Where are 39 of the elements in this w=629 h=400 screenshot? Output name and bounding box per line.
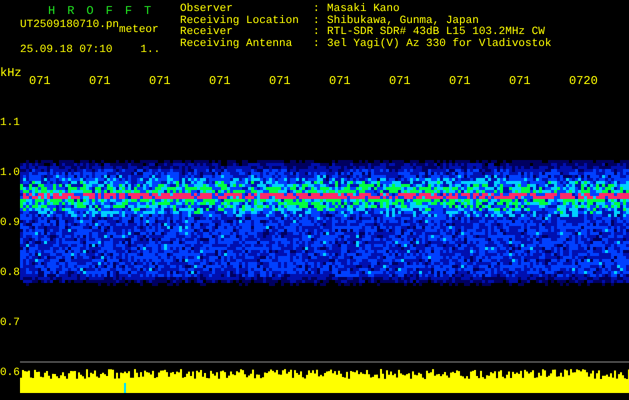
time-tick-label: 0720 (569, 74, 599, 88)
time-tick-label: 071 (449, 74, 472, 88)
mode-label: meteor (119, 25, 159, 36)
separator: : (313, 16, 321, 27)
counter: 1.. (140, 44, 160, 56)
field-label: Receiving Location (180, 16, 300, 26)
frequency-tick-label: 0.8 (0, 267, 20, 279)
time-tick-label: 071 (329, 74, 352, 88)
separator: : (313, 27, 321, 38)
field-value: RTL-SDR SDR# 43dB L15 103.2MHz CW (327, 27, 545, 38)
separator: : (313, 38, 321, 50)
frequency-tick-label: 0.9 (0, 217, 20, 229)
app-title-letter: O (86, 4, 94, 18)
time-tick-label: 071 (209, 74, 232, 88)
field-label: Receiver (180, 27, 234, 38)
time-tick-label: 071 (269, 74, 292, 88)
field-value: Shibukawa, Gunma, Japan (327, 16, 479, 26)
app-title-letter: H (48, 4, 56, 18)
frequency-tick-label: 0.7 (0, 317, 20, 329)
time-tick-label: 071 (149, 74, 172, 88)
time-tick-label: 071 (89, 74, 112, 88)
time-tick-label: 071 (389, 74, 412, 88)
timestamp: 25.09.18 07:10 (20, 44, 112, 56)
time-tick-label: 071 (29, 74, 52, 88)
frequency-tick-label: 0.6 (0, 367, 20, 379)
field-label: Receiving Antenna (180, 38, 294, 50)
file-name: UT2509180710.pn (20, 20, 120, 33)
time-tick-label: 071 (509, 74, 532, 88)
frequency-tick-label: 1.0 (0, 167, 20, 179)
field-value: 3el Yagi(V) Az 330 for Vladivostok (327, 38, 552, 50)
frequency-tick-label: 1.1 (0, 117, 20, 129)
separator: : (313, 4, 321, 16)
app-title-letter: F (106, 4, 113, 18)
unit-label: kHz (0, 66, 23, 82)
app-title-letter: R (67, 4, 74, 18)
app-title-letter: F (124, 4, 132, 18)
field-label: Observer (180, 4, 234, 15)
field-value: Masaki Kano (327, 4, 400, 15)
app-title-letter: T (144, 4, 152, 18)
